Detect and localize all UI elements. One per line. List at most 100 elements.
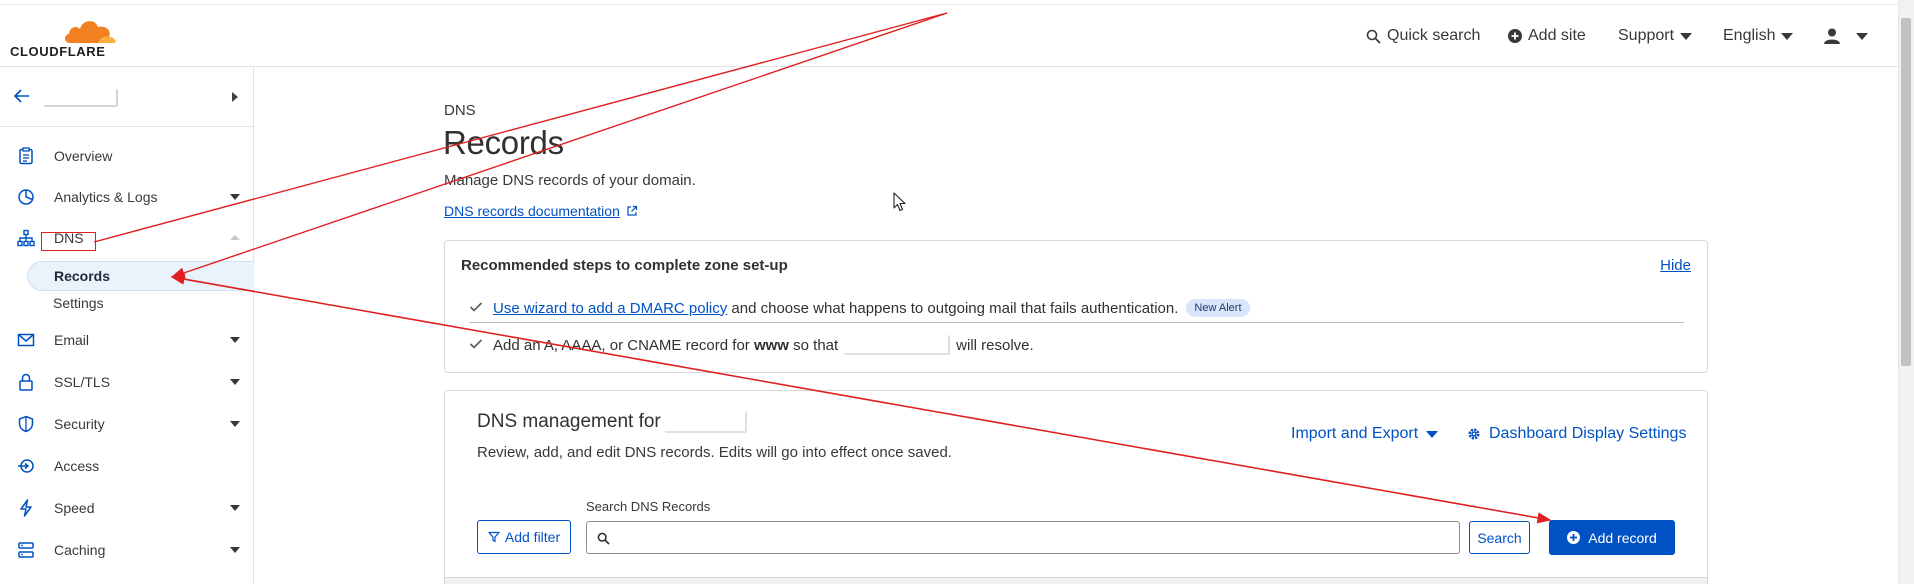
chevron-right-icon[interactable] bbox=[232, 92, 238, 102]
mouse-cursor-icon bbox=[893, 192, 906, 212]
divider bbox=[469, 322, 1684, 323]
dns-documentation-link[interactable]: DNS records documentation bbox=[444, 203, 638, 219]
doc-link-label: DNS records documentation bbox=[444, 203, 620, 219]
sidebar-item-label: Overview bbox=[54, 148, 113, 164]
chevron-down-icon bbox=[230, 379, 240, 385]
chevron-down-icon bbox=[1781, 32, 1794, 40]
cloudflare-logo[interactable]: CLOUDFLARE bbox=[10, 15, 120, 59]
sidebar-item-label: Analytics & Logs bbox=[54, 189, 158, 205]
step-www-hostname: www bbox=[753, 336, 789, 354]
filter-icon bbox=[488, 531, 500, 543]
gear-icon bbox=[1468, 428, 1480, 440]
sidebar: Overview Analytics & Logs DNS Records Se… bbox=[0, 67, 254, 584]
language-label: English bbox=[1723, 27, 1776, 44]
sidebar-item-speed[interactable]: Speed bbox=[0, 494, 253, 522]
user-icon bbox=[1824, 28, 1840, 44]
sidebar-item-label: Security bbox=[54, 416, 105, 432]
pie-chart-icon bbox=[18, 189, 34, 205]
dns-management-description: Review, add, and edit DNS records. Edits… bbox=[477, 444, 952, 461]
dashboard-display-settings-button[interactable]: Dashboard Display Settings bbox=[1467, 425, 1686, 443]
step-www-record: Add an A, AAAA, or CNAME record for www … bbox=[469, 335, 1034, 355]
sidebar-item-overview[interactable]: Overview bbox=[0, 142, 253, 170]
sidebar-item-caching[interactable]: Caching bbox=[0, 536, 253, 564]
add-record-button[interactable]: Add record bbox=[1549, 520, 1675, 555]
zone-switcher[interactable] bbox=[0, 67, 253, 127]
search-dns-records-input[interactable] bbox=[586, 521, 1460, 554]
brand-wordmark: CLOUDFLARE bbox=[10, 44, 106, 59]
chevron-down-icon bbox=[230, 547, 240, 553]
chevron-down-icon bbox=[230, 194, 240, 200]
chevron-down-icon bbox=[230, 421, 240, 427]
step-www-text-post: will resolve. bbox=[956, 336, 1034, 354]
scrollbar[interactable] bbox=[1898, 0, 1914, 584]
recommended-steps-card: Recommended steps to complete zone set-u… bbox=[444, 240, 1708, 373]
user-menu[interactable] bbox=[1824, 5, 1868, 67]
import-export-menu[interactable]: Import and Export bbox=[1291, 425, 1439, 443]
network-icon bbox=[17, 229, 35, 247]
add-record-label: Add record bbox=[1588, 529, 1657, 546]
step-dmarc: Use wizard to add a DMARC policy and cho… bbox=[469, 299, 1250, 317]
chevron-up-icon bbox=[230, 235, 240, 240]
search-button[interactable]: Search bbox=[1469, 521, 1530, 554]
domain-redacted bbox=[664, 411, 747, 433]
sidebar-item-access[interactable]: Access bbox=[0, 452, 253, 480]
annotation-highlight-box bbox=[41, 232, 96, 251]
clipboard-icon bbox=[19, 147, 33, 165]
sidebar-item-email[interactable]: Email bbox=[0, 326, 253, 354]
add-filter-button[interactable]: Add filter bbox=[477, 520, 571, 554]
chevron-down-icon bbox=[230, 337, 240, 343]
sidebar-item-label: Caching bbox=[54, 542, 106, 558]
chevron-down-icon bbox=[1856, 32, 1868, 40]
checkmark-icon bbox=[469, 337, 483, 354]
quick-search-label: Quick search bbox=[1387, 27, 1481, 44]
add-filter-label: Add filter bbox=[504, 529, 561, 545]
page-description: Manage DNS records of your domain. bbox=[444, 172, 696, 189]
caching-icon bbox=[18, 542, 34, 558]
support-menu[interactable]: Support bbox=[1618, 5, 1693, 67]
search-icon bbox=[597, 532, 610, 545]
quick-search-link[interactable]: Quick search bbox=[1366, 5, 1480, 67]
sidebar-subitem-settings[interactable]: Settings bbox=[27, 289, 254, 319]
sidebar-item-ssl-tls[interactable]: SSL/TLS bbox=[0, 368, 253, 396]
sidebar-item-analytics-logs[interactable]: Analytics & Logs bbox=[0, 183, 253, 211]
new-alert-badge: New Alert bbox=[1186, 299, 1250, 317]
checkmark-icon bbox=[469, 300, 483, 317]
domain-redacted bbox=[844, 335, 951, 355]
external-link-icon bbox=[627, 205, 637, 216]
step-www-text-mid: so that bbox=[788, 336, 839, 354]
dns-management-title-text: DNS management for bbox=[477, 411, 661, 432]
scrollbar-thumb[interactable] bbox=[1901, 18, 1911, 366]
dns-management-title: DNS management for bbox=[477, 411, 747, 433]
dashboard-display-settings-label: Dashboard Display Settings bbox=[1489, 425, 1687, 442]
add-site-label: Add site bbox=[1528, 27, 1586, 44]
dns-management-card: DNS management for Review, add, and edit… bbox=[444, 390, 1708, 584]
chevron-down-icon bbox=[1426, 430, 1439, 438]
arrow-left-icon[interactable] bbox=[14, 89, 30, 103]
breadcrumb: DNS bbox=[444, 102, 476, 119]
sidebar-subitem-records[interactable]: Records bbox=[27, 261, 254, 291]
top-header: CLOUDFLARE Quick search Add site Support… bbox=[0, 5, 1898, 67]
access-icon bbox=[18, 459, 34, 473]
add-site-link[interactable]: Add site bbox=[1508, 5, 1586, 67]
zone-name-redacted bbox=[44, 89, 118, 107]
search-dns-records-label: Search DNS Records bbox=[586, 499, 711, 514]
plus-circle-icon bbox=[1567, 531, 1581, 544]
hide-link[interactable]: Hide bbox=[1660, 257, 1691, 274]
lightning-icon bbox=[20, 499, 32, 517]
shield-icon bbox=[18, 415, 34, 433]
chevron-down-icon bbox=[230, 505, 240, 511]
sidebar-item-dns[interactable]: DNS bbox=[0, 224, 253, 252]
import-export-label: Import and Export bbox=[1291, 425, 1419, 442]
sidebar-item-security[interactable]: Security bbox=[0, 410, 253, 438]
sidebar-item-label: SSL/TLS bbox=[54, 374, 111, 390]
sidebar-item-label: Access bbox=[54, 458, 100, 474]
sidebar-subitem-label: Records bbox=[54, 268, 111, 284]
sidebar-item-label: Speed bbox=[54, 500, 95, 516]
search-icon bbox=[1366, 29, 1381, 44]
step-www-text-pre: Add an A, AAAA, or CNAME record for bbox=[493, 336, 754, 354]
dmarc-wizard-link[interactable]: Use wizard to add a DMARC policy bbox=[493, 300, 727, 317]
sidebar-subitem-label: Settings bbox=[53, 295, 104, 311]
language-menu[interactable]: English bbox=[1723, 5, 1794, 67]
sidebar-item-label: Email bbox=[54, 332, 90, 348]
page-title: Records bbox=[443, 124, 564, 161]
